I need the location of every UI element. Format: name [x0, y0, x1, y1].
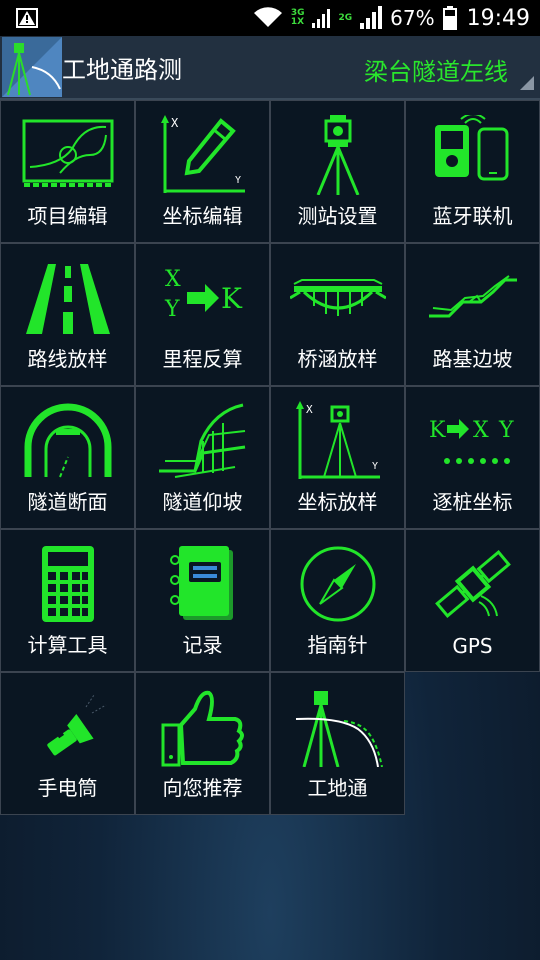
tile-coordinate-stakeout[interactable]: X Y 坐标放样 — [270, 386, 405, 529]
warning-icon — [16, 8, 38, 28]
tile-coordinate-edit[interactable]: X Y 坐标编辑 — [135, 100, 270, 243]
tile-label: GPS — [452, 634, 493, 658]
app-title: 工地通路测 — [62, 55, 182, 84]
tile-label: 测站设置 — [297, 204, 378, 228]
network-bottom: 1X — [290, 17, 305, 27]
tile-tunnel-slope[interactable]: 隧道仰坡 — [135, 386, 270, 529]
icon-x-text: X — [165, 267, 181, 292]
tile-label: 路基边坡 — [432, 347, 513, 371]
tile-bluetooth[interactable]: 蓝牙联机 — [405, 100, 540, 243]
compass-icon — [300, 546, 375, 622]
icon-x-text: X — [171, 116, 179, 130]
notebook-icon — [169, 546, 233, 620]
tile-label: 隧道断面 — [27, 490, 108, 514]
tile-label: 向您推荐 — [162, 776, 243, 800]
bluetooth-link-icon — [434, 115, 508, 181]
thumbs-up-icon — [161, 690, 244, 767]
tile-flashlight[interactable]: 手电筒 — [0, 672, 135, 815]
flashlight-icon — [46, 694, 106, 756]
bridge-icon — [289, 279, 386, 316]
dropdown-caret-icon — [520, 76, 534, 90]
icon-k-text: K — [429, 418, 446, 443]
network2-label: 2G — [338, 12, 353, 23]
status-bar: 3G 1X 2G 67% 19:49 — [0, 0, 540, 36]
xy-to-k-icon: X Y K — [164, 267, 243, 322]
icon-y-text: Y — [372, 461, 378, 472]
tunnel-slope-icon — [158, 403, 245, 478]
tile-label: 逐桩坐标 — [432, 490, 513, 514]
tile-label: 路线放样 — [27, 347, 108, 371]
coordinate-stakeout-icon: X Y — [295, 401, 380, 479]
tile-route-stakeout[interactable]: 路线放样 — [0, 243, 135, 386]
tile-label: 项目编辑 — [27, 204, 108, 228]
icon-x-text: X — [473, 418, 489, 443]
tile-bridge-stakeout[interactable]: 桥涵放样 — [270, 243, 405, 386]
tile-label: 里程反算 — [162, 347, 243, 371]
tile-label: 工地通 — [307, 776, 368, 800]
tile-tunnel-section[interactable]: 隧道断面 — [0, 386, 135, 529]
signal2-icon — [360, 6, 383, 29]
wifi-icon — [253, 7, 282, 27]
tile-subgrade-slope[interactable]: 路基边坡 — [405, 243, 540, 386]
slope-icon — [428, 275, 517, 318]
tile-calculator[interactable]: 计算工具 — [0, 529, 135, 672]
tile-recommend[interactable]: 向您推荐 — [135, 672, 270, 815]
curve-design-icon — [22, 119, 113, 187]
app-logo-icon[interactable] — [2, 37, 62, 97]
tile-label: 记录 — [182, 633, 223, 657]
signal-icon — [312, 9, 331, 28]
tile-label: 手电筒 — [37, 776, 98, 800]
battery-icon — [442, 6, 457, 30]
tile-label: 坐标编辑 — [162, 204, 243, 228]
tile-compass[interactable]: 指南针 — [270, 529, 405, 672]
icon-k-text: K — [221, 282, 243, 315]
icon-y-text: Y — [164, 297, 180, 322]
tile-label: 计算工具 — [27, 633, 108, 657]
clock: 19:49 — [466, 5, 530, 31]
icon-y-text: Y — [235, 175, 241, 186]
network-type: 3G 1X — [291, 9, 305, 27]
satellite-icon — [434, 550, 511, 618]
tile-mileage-calc[interactable]: X Y K 里程反算 — [135, 243, 270, 386]
icon-y-text: Y — [498, 418, 514, 443]
tile-pile-coordinates[interactable]: K X Y 逐桩坐标 — [405, 386, 540, 529]
tunnel-section-icon — [24, 403, 111, 478]
road-icon — [25, 264, 110, 334]
tile-station-setup[interactable]: 测站设置 — [270, 100, 405, 243]
app-bar: 工地通路测 梁台隧道左线 — [0, 36, 540, 100]
site-survey-icon — [295, 691, 383, 767]
tile-label: 蓝牙联机 — [432, 204, 513, 228]
total-station-icon — [316, 115, 359, 195]
tile-label: 坐标放样 — [297, 490, 378, 514]
k-to-xy-icon: K X Y — [429, 418, 514, 464]
tile-gps[interactable]: GPS — [405, 529, 540, 672]
coordinate-edit-icon: X Y — [160, 115, 245, 193]
tile-label: 隧道仰坡 — [162, 490, 243, 514]
icon-x-text: X — [306, 403, 313, 416]
battery-percent: 67% — [390, 6, 435, 30]
tile-label: 指南针 — [307, 633, 368, 657]
tile-records[interactable]: 记录 — [135, 529, 270, 672]
project-selector[interactable]: 梁台隧道左线 — [364, 52, 508, 87]
network2-type: 2G — [338, 12, 353, 23]
tile-label: 桥涵放样 — [297, 347, 378, 371]
tile-site-app[interactable]: 工地通 — [270, 672, 405, 815]
tile-project-edit[interactable]: 项目编辑 — [0, 100, 135, 243]
function-grid: 项目编辑 X Y 坐标编辑 测站设置 蓝牙联机 路线放样 X Y K 里程反算 … — [0, 100, 540, 815]
empty-slot — [405, 672, 540, 815]
calculator-icon — [41, 546, 94, 622]
